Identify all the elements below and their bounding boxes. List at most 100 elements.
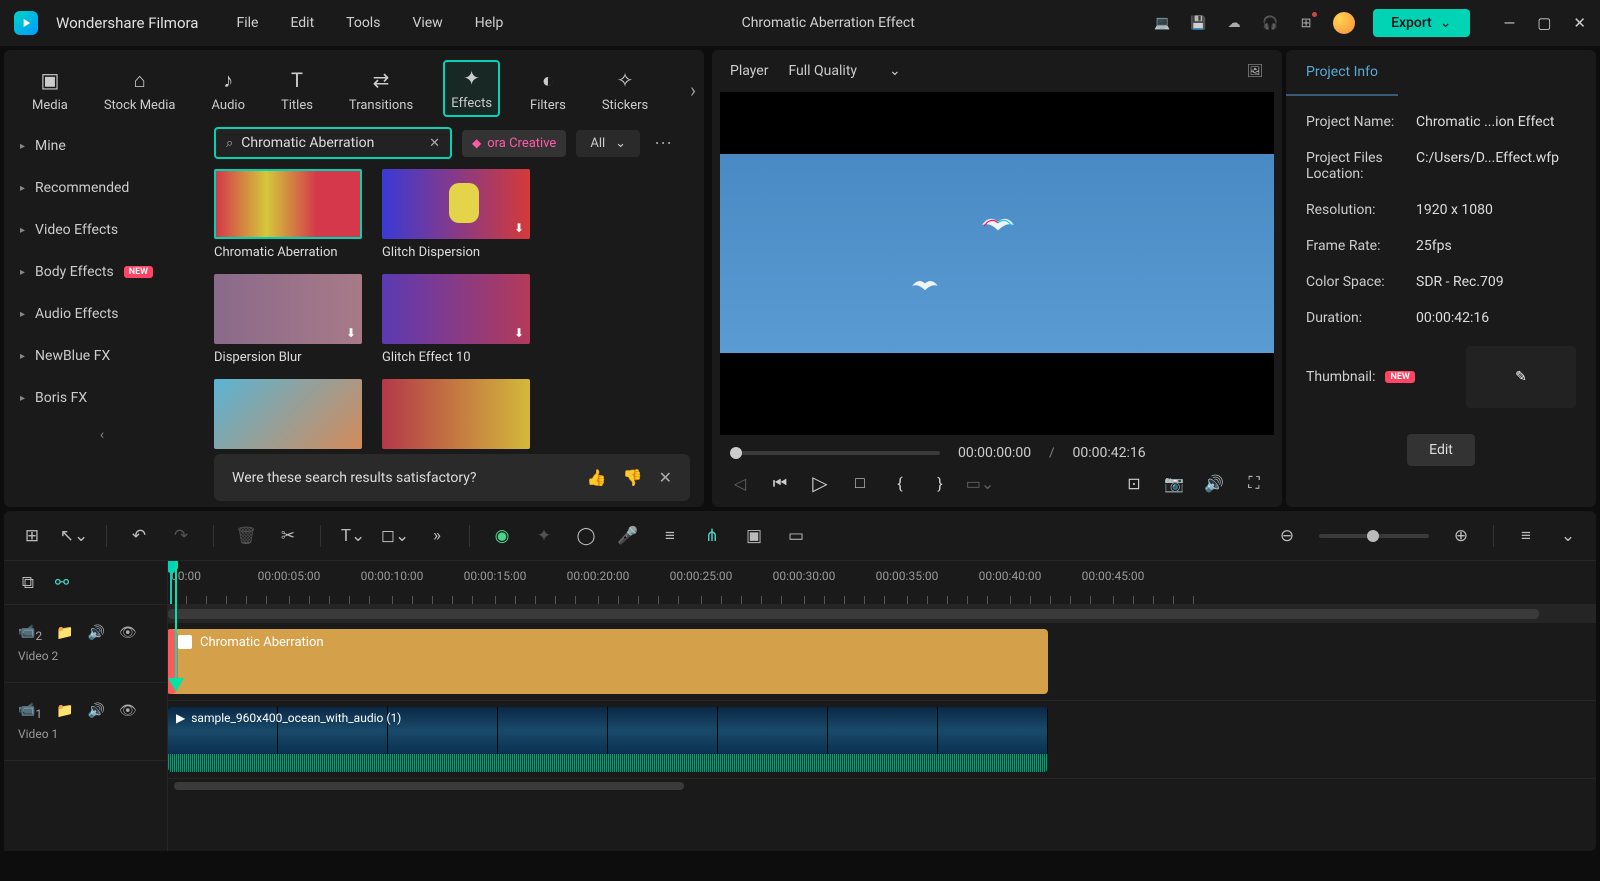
export-button[interactable]: Export⌄	[1373, 9, 1469, 37]
tab-effects[interactable]: ✦Effects	[443, 60, 500, 117]
apps-icon[interactable]: ⊞	[1297, 14, 1315, 32]
zoom-slider[interactable]	[1319, 534, 1429, 538]
volume-button[interactable]: 🔊	[1204, 473, 1224, 493]
tab-titles[interactable]: TTitles	[275, 64, 319, 117]
close-feedback-button[interactable]: ✕	[659, 468, 672, 487]
track-options-button[interactable]: ⌄	[1558, 526, 1578, 546]
playhead[interactable]	[170, 561, 172, 604]
download-icon[interactable]: ⬇	[346, 326, 356, 340]
delete-button[interactable]: 🗑	[236, 526, 256, 546]
display-button[interactable]: ⊡	[1124, 473, 1144, 493]
close-button[interactable]: ✕	[1573, 14, 1586, 32]
cursor-icon[interactable]: ↖⌄	[64, 526, 84, 546]
mute-icon[interactable]: 🔊	[87, 625, 104, 641]
maximize-button[interactable]: ▢	[1537, 14, 1551, 32]
track-lane-video-1[interactable]: ▶sample_960x400_ocean_with_audio (1)	[168, 701, 1596, 779]
ai-button[interactable]: ◉	[492, 526, 512, 546]
tab-media[interactable]: ▣Media	[26, 64, 74, 117]
tab-filters[interactable]: ◐Filters	[524, 64, 572, 117]
save-icon[interactable]: 💾	[1189, 14, 1207, 32]
project-info-tab[interactable]: Project Info	[1286, 50, 1398, 96]
effect-dispersion-blur[interactable]: ⬇ Dispersion Blur	[214, 274, 362, 365]
track-lane-video-2[interactable]: Chromatic Aberration	[168, 623, 1596, 701]
snapshot-icon[interactable]: 🖼	[1246, 62, 1264, 80]
tab-audio[interactable]: ♪Audio	[206, 64, 251, 117]
tabs-next-button[interactable]: ›	[690, 78, 696, 102]
clip-chromatic-aberration[interactable]: Chromatic Aberration	[168, 629, 1048, 694]
more-tools-button[interactable]: »	[427, 526, 447, 546]
menu-tools[interactable]: Tools	[346, 15, 380, 31]
undo-button[interactable]: ↶	[129, 526, 149, 546]
visibility-icon[interactable]: 👁	[119, 625, 137, 641]
search-input[interactable]	[241, 135, 421, 151]
marker-dropdown[interactable]: ▭⌄	[970, 473, 990, 493]
text-button[interactable]: T⌄	[343, 526, 363, 546]
clip-ocean-video[interactable]: ▶sample_960x400_ocean_with_audio (1)	[168, 707, 1048, 772]
render-button[interactable]: ✦	[534, 526, 554, 546]
progress-slider[interactable]	[730, 451, 940, 455]
sidebar-item-boris[interactable]: ▸Boris FX	[4, 377, 200, 419]
effect-glitch-dispersion[interactable]: ⬇ Glitch Dispersion	[382, 169, 530, 260]
avatar[interactable]	[1333, 12, 1355, 34]
folder-icon[interactable]: 📁	[56, 703, 73, 719]
sidebar-item-mine[interactable]: ▸Mine	[4, 125, 200, 167]
horizontal-scrollbar[interactable]	[168, 779, 1596, 793]
effect-glitch-10[interactable]: ⬇ Glitch Effect 10	[382, 274, 530, 365]
sidebar-item-recommended[interactable]: ▸Recommended	[4, 167, 200, 209]
crop-button[interactable]: ◻⌄	[385, 526, 405, 546]
menu-help[interactable]: Help	[475, 15, 504, 31]
group-button[interactable]: ▣	[744, 526, 764, 546]
edit-button[interactable]: Edit	[1407, 434, 1475, 466]
menu-edit[interactable]: Edit	[290, 15, 314, 31]
voiceover-button[interactable]: 🎤	[618, 526, 638, 546]
support-icon[interactable]: 🎧	[1261, 14, 1279, 32]
visibility-icon[interactable]: 👁	[119, 703, 137, 719]
link-icon[interactable]: ⚯	[52, 573, 72, 593]
effect-item[interactable]	[214, 379, 362, 449]
marker-button[interactable]: ◯	[576, 526, 596, 546]
redo-button[interactable]: ↷	[171, 526, 191, 546]
track-header-video-1[interactable]: 📹1 📁 🔊 👁 Video 1	[4, 683, 167, 761]
thumbnail-preview[interactable]: ✎	[1466, 346, 1576, 408]
fullscreen-button[interactable]: ⛶	[1244, 473, 1264, 493]
mark-in-button[interactable]: {	[890, 473, 910, 493]
download-icon[interactable]: ⬇	[514, 221, 524, 235]
duplicate-icon[interactable]: ⧉	[18, 573, 38, 593]
effect-item[interactable]	[382, 379, 530, 449]
layout-icon[interactable]: ⊞	[22, 526, 42, 546]
zoom-in-button[interactable]: ⊕	[1451, 526, 1471, 546]
creative-assets-pill[interactable]: ◆ora Creative	[462, 130, 566, 157]
tab-stock-media[interactable]: ⌂Stock Media	[98, 64, 182, 117]
camera-icon[interactable]: 📷	[1164, 473, 1184, 493]
effect-chromatic-aberration[interactable]: Chromatic Aberration	[214, 169, 362, 260]
auto-ripple-button[interactable]: ⋔	[702, 526, 722, 546]
download-icon[interactable]: ⬇	[514, 326, 524, 340]
cloud-icon[interactable]: ☁	[1225, 14, 1243, 32]
prev-frame-button[interactable]: ◁	[730, 473, 750, 493]
device-icon[interactable]: 💻	[1153, 14, 1171, 32]
tab-stickers[interactable]: ✧Stickers	[596, 64, 654, 117]
track-header-video-2[interactable]: 📹2 📁 🔊 👁 Video 2	[4, 605, 167, 683]
more-options-button[interactable]: ⋯	[650, 129, 676, 158]
timeline-tracks[interactable]: 00:0000:00:05:0000:00:10:0000:00:15:0000…	[168, 561, 1596, 851]
quality-dropdown[interactable]: Full Quality⌄	[788, 63, 900, 79]
scrub-bar[interactable]	[168, 609, 1539, 619]
mute-icon[interactable]: 🔊	[87, 703, 104, 719]
sidebar-collapse-button[interactable]: ‹	[4, 419, 200, 451]
sidebar-item-body-effects[interactable]: ▸Body EffectsNEW	[4, 251, 200, 293]
sidebar-item-audio-effects[interactable]: ▸Audio Effects	[4, 293, 200, 335]
thumbs-down-button[interactable]: 👎	[623, 468, 643, 487]
split-button[interactable]: ✂	[278, 526, 298, 546]
track-size-button[interactable]: ≡	[1516, 526, 1536, 546]
play-button[interactable]: ▷	[810, 473, 830, 493]
folder-icon[interactable]: 📁	[56, 625, 73, 641]
filter-dropdown[interactable]: All⌄	[576, 130, 640, 157]
menu-view[interactable]: View	[412, 15, 442, 31]
mixer-button[interactable]: ≡	[660, 526, 680, 546]
minimize-button[interactable]: —	[1504, 14, 1516, 32]
mark-out-button[interactable]: }	[930, 473, 950, 493]
menu-file[interactable]: File	[236, 15, 258, 31]
sidebar-item-video-effects[interactable]: ▸Video Effects	[4, 209, 200, 251]
step-back-button[interactable]: ⏮	[770, 473, 790, 493]
sidebar-item-newblue[interactable]: ▸NewBlue FX	[4, 335, 200, 377]
